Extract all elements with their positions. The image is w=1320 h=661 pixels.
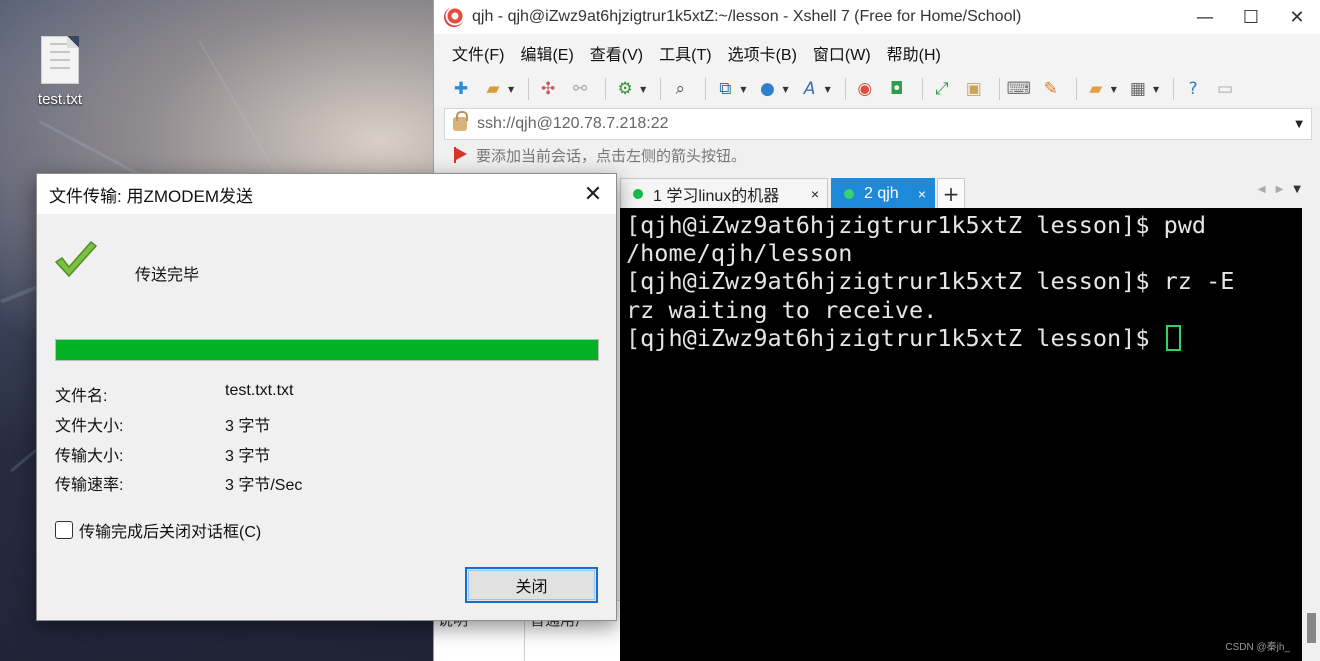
desktop-file-icon[interactable]: test.txt <box>28 36 92 108</box>
text-file-icon <box>41 36 79 84</box>
terminal-line: [qjh@iZwz9at6hjzigtrur1k5xtZ lesson]$ rz… <box>626 267 1235 296</box>
new-folder-icon[interactable]: ▰ <box>1083 77 1109 101</box>
session-hint-bar: 要添加当前会话，点击左侧的箭头按钮。 <box>434 140 1320 170</box>
transfer-size-value: 3 字节 <box>225 448 271 465</box>
menu-tools[interactable]: 工具(T) <box>651 41 719 65</box>
new-session-icon[interactable]: ✚ <box>448 77 474 101</box>
highlight-icon[interactable]: ✎ <box>1038 77 1064 101</box>
xftp-icon[interactable]: ◘ <box>884 77 910 101</box>
fullscreen-icon[interactable]: ⤢ <box>929 77 955 101</box>
progress-fill <box>56 340 598 360</box>
dialog-title: 文件传输: 用ZMODEM发送 <box>49 186 253 206</box>
address-text: ssh://qjh@120.78.7.218:22 <box>477 115 669 132</box>
lock-icon[interactable]: ▣ <box>961 77 987 101</box>
add-tab-button[interactable]: + <box>937 178 965 208</box>
title-bar[interactable]: qjh - qjh@iZwz9at6hjzigtrur1k5xtZ:~/less… <box>434 0 1320 34</box>
terminal-line: [qjh@iZwz9at6hjzigtrur1k5xtZ lesson]$ pw… <box>626 211 1207 239</box>
terminal-line: /home/qjh/lesson <box>626 239 853 268</box>
transfer-status: 传送完毕 <box>135 267 200 284</box>
chat-icon[interactable]: ▭ <box>1212 77 1238 101</box>
auto-close-option[interactable]: 传输完成后关闭对话框(C) <box>55 518 261 542</box>
address-dropdown-icon[interactable]: ▼ <box>1295 119 1303 130</box>
scrollbar-thumb[interactable] <box>1307 613 1316 643</box>
terminal[interactable]: [qjh@iZwz9at6hjzigtrur1k5xtZ lesson]$ pw… <box>620 208 1302 661</box>
open-folder-icon[interactable]: ▰ <box>480 77 506 101</box>
menu-file[interactable]: 文件(F) <box>444 41 512 65</box>
window-title: qjh - qjh@iZwz9at6hjzigtrur1k5xtZ:~/less… <box>472 8 1022 25</box>
dialog-close-icon[interactable]: ✕ <box>570 174 616 214</box>
disconnect-icon[interactable]: ⚯ <box>567 77 593 101</box>
terminal-scrollbar[interactable] <box>1302 208 1320 661</box>
connected-dot-icon <box>844 188 854 199</box>
address-bar[interactable]: ssh://qjh@120.78.7.218:22 ▼ <box>444 108 1312 140</box>
connected-dot-icon <box>633 188 643 199</box>
tab-scroll-arrows-icon[interactable]: ◀▶▼ <box>1258 184 1311 195</box>
transfer-rate-label: 传输速率: <box>55 477 124 494</box>
transfer-size-label: 传输大小: <box>55 448 124 465</box>
tab-session-2[interactable]: 2 qjh × <box>831 178 935 208</box>
menu-window[interactable]: 窗口(W) <box>805 41 879 65</box>
menu-edit[interactable]: 编辑(E) <box>512 41 581 65</box>
globe-icon[interactable]: ● <box>754 77 780 101</box>
xshell-icon[interactable]: ◉ <box>852 77 878 101</box>
close-window-button[interactable]: ✕ <box>1274 0 1320 34</box>
filesize-value: 3 字节 <box>225 418 271 435</box>
tab-close-icon[interactable]: × <box>811 186 819 202</box>
layout-icon[interactable]: ▦ <box>1125 77 1151 101</box>
tab-session-1[interactable]: 1 学习linux的机器 × <box>620 178 828 208</box>
checkmark-icon <box>54 240 98 278</box>
keyboard-icon[interactable]: ⌨ <box>1006 77 1032 101</box>
terminal-cursor <box>1165 324 1181 351</box>
filesize-label: 文件大小: <box>55 418 124 435</box>
watermark: CSDN @秦jh_ <box>1225 642 1290 653</box>
transfer-rate-value: 3 字节/Sec <box>225 477 303 494</box>
auto-close-label: 传输完成后关闭对话框(C) <box>79 524 262 541</box>
font-icon[interactable]: A <box>797 77 823 101</box>
maximize-button[interactable]: ☐ <box>1228 0 1274 34</box>
properties-icon[interactable]: ⚙ <box>612 77 638 101</box>
dialog-title-bar[interactable]: 文件传输: 用ZMODEM发送 ✕ <box>37 174 616 214</box>
find-icon[interactable]: ⌕ <box>667 77 693 101</box>
transfer-icon[interactable]: ⧉ <box>712 77 738 101</box>
filename-label: 文件名: <box>55 388 108 405</box>
flag-icon[interactable] <box>454 147 468 163</box>
minimize-button[interactable]: — <box>1182 0 1228 34</box>
zmodem-transfer-dialog: 文件传输: 用ZMODEM发送 ✕ 传送完毕 文件名: test.txt.txt… <box>36 173 617 621</box>
connect-icon[interactable]: ✣ <box>535 77 561 101</box>
menu-help[interactable]: 帮助(H) <box>879 41 949 65</box>
tab-label: 2 qjh <box>864 184 899 202</box>
filename-value: test.txt.txt <box>225 382 294 399</box>
tab-close-icon[interactable]: × <box>918 186 926 202</box>
menu-view[interactable]: 查看(V) <box>582 41 651 65</box>
lock-icon <box>453 111 468 131</box>
terminal-prompt: [qjh@iZwz9at6hjzigtrur1k5xtZ lesson]$ <box>626 323 1164 352</box>
hint-text: 要添加当前会话，点击左侧的箭头按钮。 <box>476 147 747 165</box>
toolbar: ✚ ▰ ▼ ✣ ⚯ ⚙ ▼ ⌕ ⧉ ▼ ● ▼ A ▼ ◉ ◘ ⤢ ▣ ⌨ ✎ ▰ ▼ ▦ ▼… <box>434 72 1320 106</box>
tab-label: 1 学习linux的机器 <box>653 187 780 205</box>
xshell-logo-icon <box>444 7 464 27</box>
auto-close-checkbox[interactable] <box>55 521 73 539</box>
help-icon[interactable]: ? <box>1180 77 1206 101</box>
menu-bar: 文件(F) 编辑(E) 查看(V) 工具(T) 选项卡(B) 窗口(W) 帮助(… <box>434 34 1320 72</box>
desktop-file-label: test.txt <box>37 91 83 108</box>
close-button-label: 关闭 <box>515 579 548 596</box>
menu-tabs[interactable]: 选项卡(B) <box>720 41 805 65</box>
terminal-line: rz waiting to receive. <box>626 295 938 324</box>
transfer-progress-bar <box>55 339 599 361</box>
close-button[interactable]: 关闭 <box>465 567 598 603</box>
